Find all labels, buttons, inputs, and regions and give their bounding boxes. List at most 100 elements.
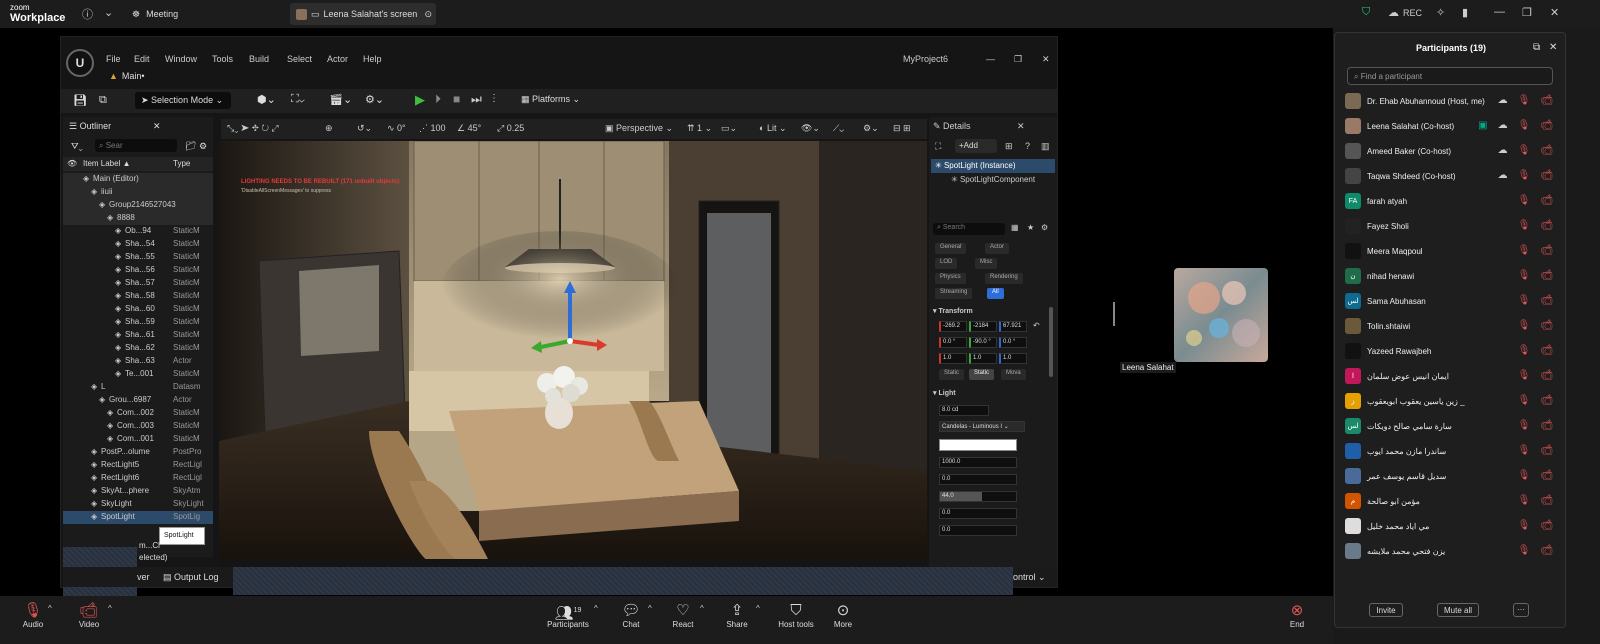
camera-off-icon[interactable]: 📹︎ [1540, 420, 1553, 431]
participant-row[interactable]: Meera Maqpoul 🎙︎ 📹︎ [1345, 239, 1557, 263]
microphone-muted-icon[interactable]: 🎙︎ [1518, 220, 1531, 231]
menu-actor[interactable]: Actor [327, 54, 348, 64]
scale-y-field[interactable]: 1.0 [969, 353, 997, 364]
camera-off-icon[interactable]: 📹︎ [1540, 195, 1553, 206]
light-color-swatch[interactable] [939, 439, 1017, 451]
outliner-tab[interactable]: ☰ Outliner [69, 121, 111, 132]
filter-icon[interactable]: ⛛⌄ [71, 141, 83, 152]
stop-icon[interactable]: ■ [453, 92, 460, 106]
outliner-row[interactable]: ◈ Sha...59 StaticM [63, 316, 213, 329]
outliner-search-input[interactable]: ⌕ Sear [95, 139, 177, 152]
microphone-muted-icon[interactable]: 🎙︎ [1518, 545, 1531, 556]
platforms-dropdown[interactable]: ▦ Platforms ⌄ [521, 94, 580, 105]
chip-physics[interactable]: Physics [935, 273, 966, 284]
soft-radius-field[interactable]: 0.0 [939, 525, 1017, 536]
viewport-settings-icon[interactable]: ⚙⌄ [863, 123, 879, 134]
find-participant-input[interactable]: ⌕ Find a participant [1347, 67, 1553, 85]
camera-off-icon[interactable]: 📹︎ [1540, 170, 1553, 181]
tab-screen-share[interactable]: ▭ Leena Salahat's screen ⊙ [290, 3, 436, 25]
participants-chevron-icon[interactable]: ^ [594, 604, 598, 613]
camera-off-icon[interactable]: 📹︎ [1540, 95, 1553, 106]
outliner-row[interactable]: ◈ Group2146527043 [63, 199, 213, 212]
chip-lod[interactable]: LOD [935, 258, 958, 269]
participant-row[interactable]: Tolin.shtaiwi 🎙︎ 📹︎ [1345, 314, 1557, 338]
details-search-input[interactable]: ⌕ Search [933, 223, 1005, 235]
lit-dropdown[interactable]: ◐ Lit ⌄ [759, 123, 787, 134]
attenuation-field[interactable]: 1000.0 [939, 457, 1017, 468]
participants-button[interactable]: 👥︎19 Participants [540, 602, 596, 629]
content-icon[interactable]: ⧉ [99, 94, 107, 107]
location-x-field[interactable]: -269.2 [939, 321, 967, 332]
outliner-row[interactable]: ◈ Sha...62 StaticM [63, 342, 213, 355]
camera-off-icon[interactable]: 📹︎ [1540, 295, 1553, 306]
chip-all[interactable]: All [987, 288, 1004, 299]
microphone-muted-icon[interactable]: 🎙︎ [1518, 295, 1531, 306]
react-chevron-icon[interactable]: ^ [700, 604, 704, 613]
participant-row[interactable]: ساندرا مازن محمد ايوب 🎙︎ 📹︎ [1345, 439, 1557, 463]
camera-off-icon[interactable]: 📹︎ [1540, 320, 1553, 331]
save-icon[interactable]: 💾︎ [73, 94, 87, 107]
outliner-row[interactable]: ◈ Sha...63 Actor [63, 355, 213, 368]
sparkle-icon[interactable]: ✧ [1436, 6, 1445, 19]
microphone-muted-icon[interactable]: 🎙︎ [1518, 320, 1531, 331]
menu-file[interactable]: File [106, 54, 121, 64]
panel-icon[interactable]: ▥ [1041, 141, 1050, 152]
more-options-button[interactable]: ··· [1513, 603, 1529, 617]
outliner-row[interactable]: ◈ Sha...54 StaticM [63, 238, 213, 251]
microphone-muted-icon[interactable]: 🎙︎ [1518, 195, 1531, 206]
invite-button[interactable]: Invite [1369, 603, 1403, 617]
menu-window[interactable]: Window [165, 54, 197, 64]
outliner-row[interactable]: ◈ Sha...56 StaticM [63, 264, 213, 277]
restore-icon[interactable]: ❐ [1014, 54, 1022, 65]
transform-tools-icon[interactable]: ⤡⌄ ➤ ✥ ↻ ⤢ [227, 123, 279, 134]
microphone-muted-icon[interactable]: 🎙︎ [1518, 270, 1531, 281]
details-tab[interactable]: ✎ Details [933, 121, 971, 132]
participant-row[interactable]: Yazeed Rawajbeh 🎙︎ 📹︎ [1345, 339, 1557, 363]
participant-row[interactable]: ا ايمان انيس عوض سلمان 🎙︎ 📹︎ [1345, 364, 1557, 388]
layout-icon[interactable]: ⊟ ⊞ [893, 123, 911, 134]
participant-row[interactable]: يزن فتحي محمد ملايشه 🎙︎ 📹︎ [1345, 539, 1557, 563]
microphone-muted-icon[interactable]: 🎙︎ [1518, 420, 1531, 431]
mobility-static[interactable]: Static [939, 369, 965, 380]
show-flags-icon[interactable]: 👁︎⌄ [801, 123, 820, 134]
options-icon[interactable]: ⋮ [489, 93, 499, 104]
details-scrollbar[interactable] [1049, 307, 1053, 377]
add-actor-icon[interactable]: ⬢⌄ [257, 93, 276, 106]
outliner-row[interactable]: ◈ iiuii [63, 186, 213, 199]
camera-off-icon[interactable]: 📹︎ [1540, 270, 1553, 281]
content-drawer-tab[interactable]: ver [137, 572, 150, 582]
host-tools-button[interactable]: ⛉ Host tools [768, 602, 824, 629]
chip-general[interactable]: General [935, 243, 967, 254]
units-dropdown[interactable]: Candelas - Luminous I ⌄ [939, 421, 1025, 432]
participant-row[interactable]: سديل قاسم يوسف عمر 🎙︎ 📹︎ [1345, 464, 1557, 488]
microphone-muted-icon[interactable]: 🎙︎ [1518, 145, 1531, 156]
grid-snap[interactable]: ⋰ 100 [419, 123, 446, 134]
pick-actor-icon[interactable]: ⛶ [935, 141, 941, 152]
camera-off-icon[interactable]: 📹︎ [1540, 145, 1553, 156]
chat-chevron-icon[interactable]: ^ [648, 604, 652, 613]
microphone-muted-icon[interactable]: 🎙︎ [1518, 245, 1531, 256]
microphone-muted-icon[interactable]: 🎙︎ [1518, 395, 1531, 406]
chip-rendering[interactable]: Rendering [985, 273, 1023, 284]
camera-off-icon[interactable]: 📹︎ [1540, 220, 1553, 231]
tab-meeting[interactable]: ☸ Meeting [132, 3, 282, 25]
scale-x-field[interactable]: 1.0 [939, 353, 967, 364]
outliner-row[interactable]: ◈ Ob...94 StaticM [63, 225, 213, 238]
outliner-row[interactable]: ◈ Sha...58 StaticM [63, 290, 213, 303]
more-icon[interactable]: ⊙ [424, 9, 432, 20]
outliner-row[interactable]: ◈ L Datasm [63, 381, 213, 394]
participant-row[interactable]: Leena Salahat (Co-host) ▣ ☁ 🎙︎ 📹︎ [1345, 114, 1557, 138]
participant-row[interactable]: Taqwa Shdeed (Co-host) ☁ 🎙︎ 📹︎ [1345, 164, 1557, 188]
microphone-muted-icon[interactable]: 🎙︎ [1518, 170, 1531, 181]
rotation-y-field[interactable]: -90.0 ° [969, 337, 997, 348]
outliner-row[interactable]: ◈ Sha...57 StaticM [63, 277, 213, 290]
outliner-row[interactable]: ◈ 8888 [63, 212, 213, 225]
blueprint-icon[interactable]: ⛶⌄ [291, 93, 305, 106]
rec-label[interactable]: REC [1403, 8, 1422, 18]
camera-off-icon[interactable]: 📹︎ [1540, 520, 1553, 531]
menu-edit[interactable]: Edit [134, 54, 150, 64]
chip-actor[interactable]: Actor [985, 243, 1010, 254]
participant-row[interactable]: مي اياد محمد خليل 🎙︎ 📹︎ [1345, 514, 1557, 538]
microphone-muted-icon[interactable]: 🎙︎ [1518, 520, 1531, 531]
component-row[interactable]: ✳ SpotLightComponent [951, 175, 1035, 184]
